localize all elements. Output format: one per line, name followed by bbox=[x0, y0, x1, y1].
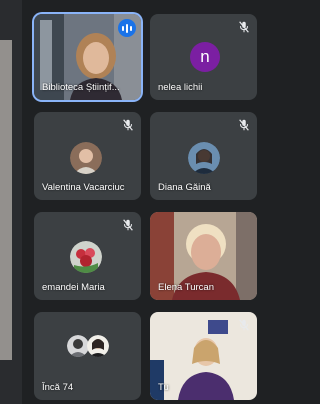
participant-tile-biblioteca[interactable]: Biblioteca Științif... bbox=[34, 14, 141, 100]
avatar bbox=[188, 142, 220, 174]
speaking-indicator-icon bbox=[118, 19, 136, 37]
mic-off-icon bbox=[239, 319, 249, 331]
mic-off-icon bbox=[123, 219, 133, 231]
participant-tile-emandei[interactable]: emandei Maria bbox=[34, 212, 141, 300]
participant-name: Elena Turcan bbox=[158, 282, 214, 293]
shared-document-edge bbox=[0, 40, 12, 360]
participant-name: Biblioteca Științif... bbox=[42, 82, 120, 93]
participant-tile-valentina[interactable]: Valentina Vacarciuc bbox=[34, 112, 141, 200]
participant-name: Diana Găină bbox=[158, 182, 211, 193]
participant-name: Încă 74 bbox=[42, 382, 74, 393]
participant-name: Valentina Vacarciuc bbox=[42, 182, 125, 193]
participant-tile-more[interactable]: Încă 74 bbox=[34, 312, 141, 400]
participant-tile-diana[interactable]: Diana Găină bbox=[150, 112, 257, 200]
participant-tile-self[interactable]: Tu bbox=[150, 312, 257, 400]
participant-name: nelea lichii bbox=[158, 82, 203, 93]
participant-name: Tu bbox=[158, 382, 169, 393]
mic-off-icon bbox=[239, 21, 249, 33]
avatar bbox=[87, 335, 109, 357]
participant-name: emandei Maria bbox=[42, 282, 105, 293]
avatar: n bbox=[190, 42, 220, 72]
mic-off-icon bbox=[239, 119, 249, 131]
participant-tile-elena[interactable]: Elena Turcan bbox=[150, 212, 257, 300]
avatar bbox=[70, 241, 102, 273]
participant-tile-nelea[interactable]: n nelea lichii bbox=[150, 14, 257, 100]
left-content-strip bbox=[0, 0, 22, 404]
mic-off-icon bbox=[123, 119, 133, 131]
avatar bbox=[70, 142, 102, 174]
avatar bbox=[67, 335, 89, 357]
